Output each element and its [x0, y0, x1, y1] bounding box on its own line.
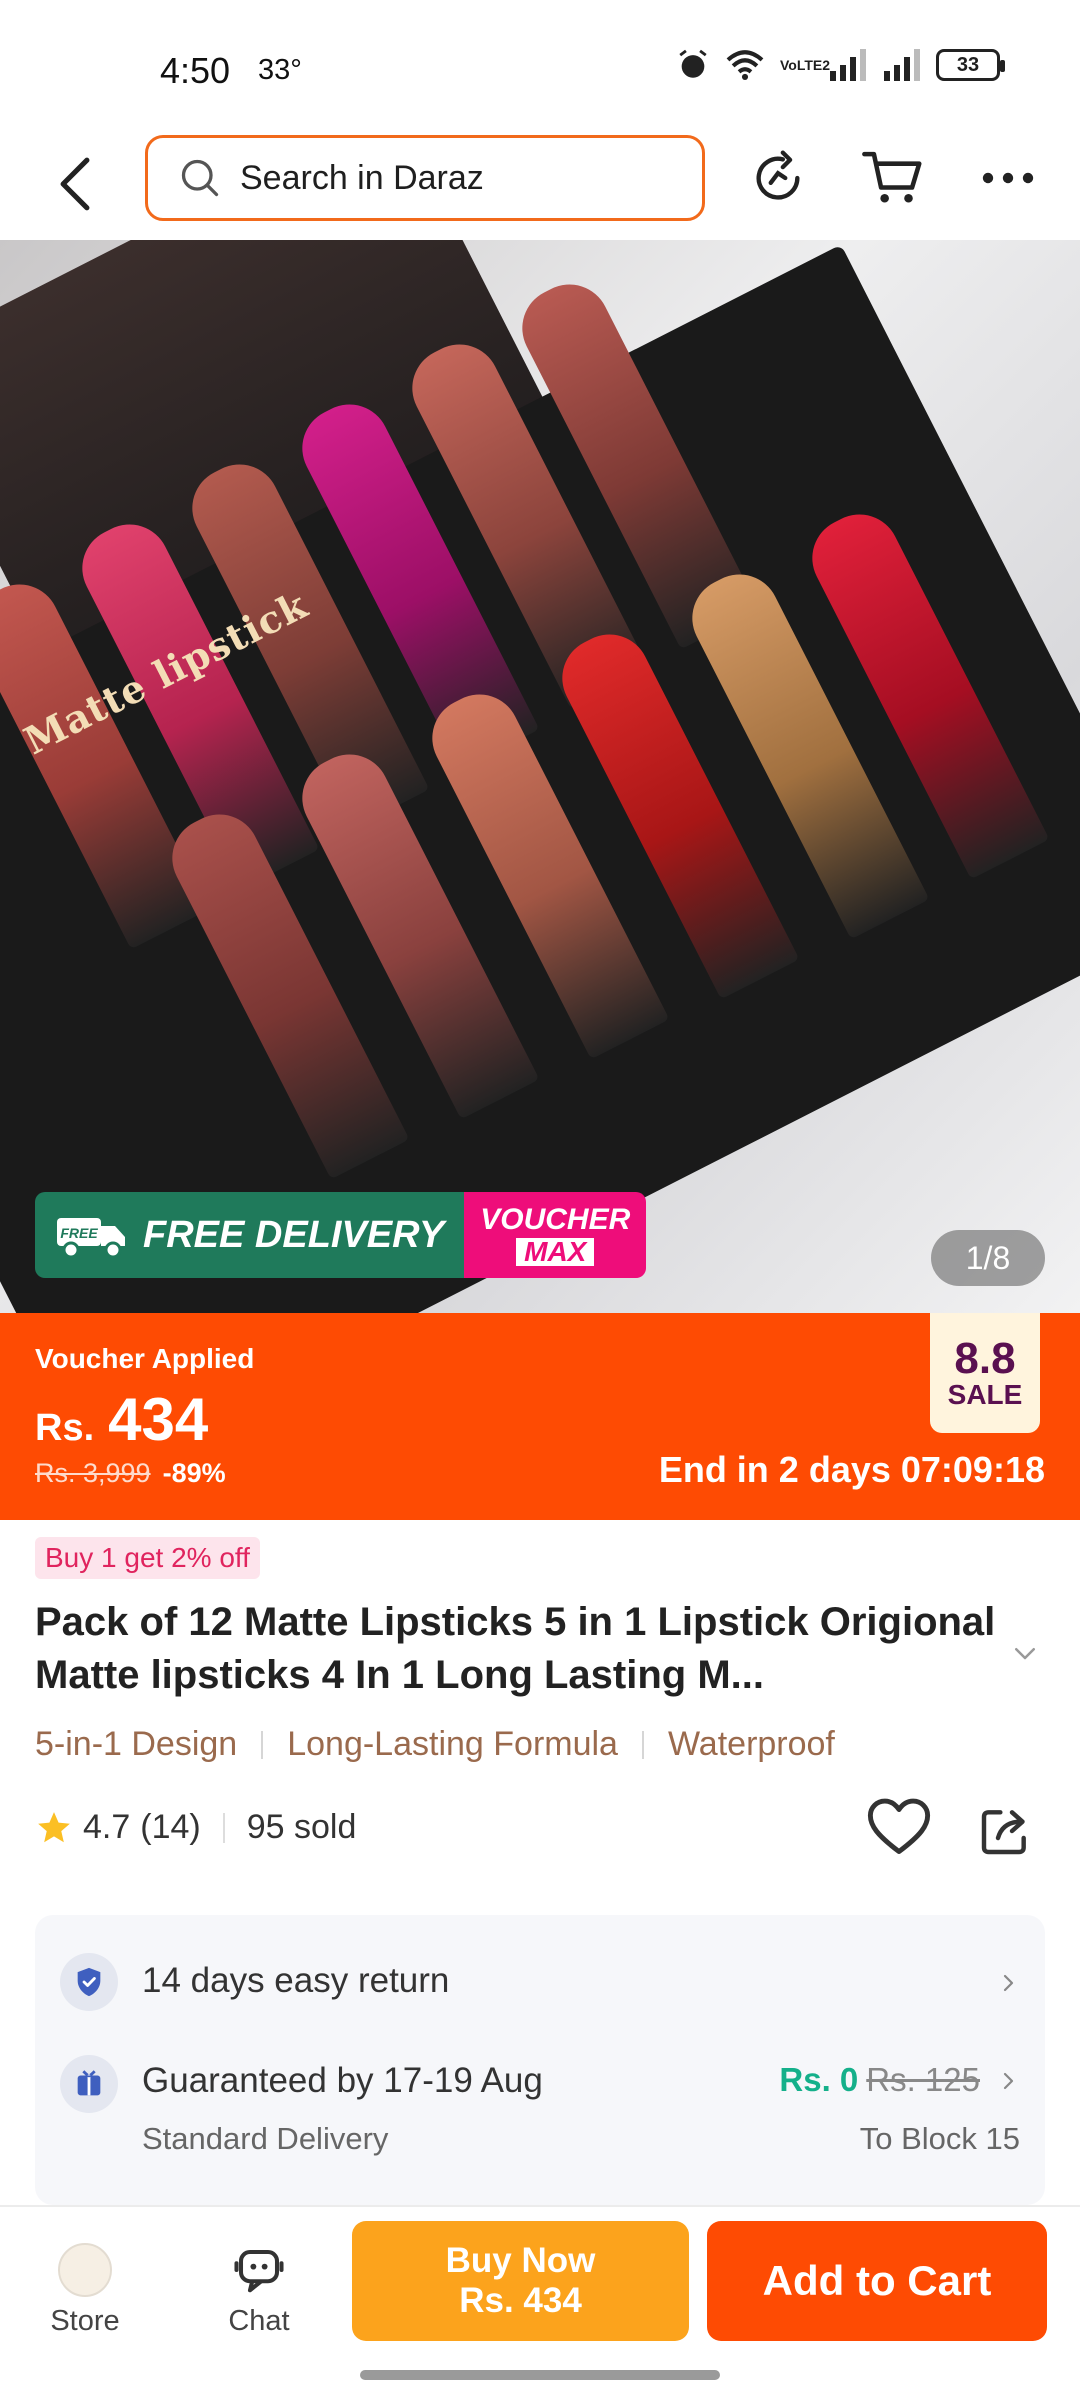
shipping-fee-current: Rs. 0 — [779, 2061, 859, 2098]
sold-count: 95 sold — [246, 1808, 357, 1846]
product-title: Pack of 12 Matte Lipsticks 5 in 1 Lipsti… — [35, 1600, 996, 1697]
sale-tag-date: 8.8 — [954, 1334, 1016, 1383]
search-input[interactable]: Search in Daraz — [145, 135, 705, 221]
promo-badges: FREE FREE DELIVERY VOUCHER MAX — [35, 1192, 647, 1278]
buy-now-button[interactable]: Buy Now Rs. 434 — [352, 2221, 689, 2341]
discount-percent: -89% — [162, 1458, 226, 1488]
divider — [222, 1812, 225, 1843]
current-price: Rs. 434 — [35, 1385, 208, 1454]
free-truck-label: FREE — [60, 1225, 98, 1241]
star-icon — [38, 1811, 70, 1842]
feature-tag: Long-Lasting Formula — [287, 1725, 618, 1763]
signal-icon — [830, 49, 866, 81]
chat-icon — [234, 2249, 284, 2293]
chevron-right-icon — [1003, 2072, 1014, 2090]
voucher-max-badge: VOUCHER MAX — [464, 1192, 647, 1278]
voucher-applied-label: Voucher Applied — [35, 1343, 255, 1374]
divider — [261, 1730, 264, 1759]
product-image-carousel[interactable]: Matte lipstick FREE FREE DELIVERY VOUCHE… — [0, 240, 1080, 1313]
sale-campaign-tag: 8.8 SALE — [930, 1313, 1040, 1433]
wishlist-button[interactable] — [866, 1797, 932, 1857]
delivery-guarantee: Guaranteed by 17-19 Aug — [142, 2061, 543, 2100]
chat-label: Chat — [228, 2305, 290, 2337]
shield-check-icon — [60, 1953, 118, 2011]
add-to-cart-label: Add to Cart — [762, 2257, 992, 2304]
volte-icon: VoLTE2 — [780, 57, 831, 73]
divider — [641, 1730, 644, 1759]
search-icon — [181, 159, 219, 197]
battery-level: 33 — [956, 53, 980, 76]
store-avatar — [58, 2243, 112, 2297]
delivery-row[interactable]: Guaranteed by 17-19 Aug Standard Deliver… — [60, 2055, 1020, 2175]
delivery-box-icon — [60, 2055, 118, 2113]
voucher-max-label: MAX — [516, 1237, 595, 1266]
shipping-fee: Rs. 0 Rs. 125 — [779, 2061, 980, 2099]
status-icons: VoLTE2 33 — [676, 48, 1005, 82]
delivery-method: Standard Delivery — [142, 2121, 389, 2156]
home-indicator[interactable] — [360, 2370, 720, 2380]
more-button[interactable] — [972, 142, 1044, 214]
original-price: Rs. 3,999 — [35, 1458, 151, 1488]
wifi-icon — [726, 50, 764, 80]
free-delivery-badge: FREE FREE DELIVERY — [35, 1192, 465, 1278]
share-refresh-icon — [756, 150, 800, 200]
shipping-fee-original: Rs. 125 — [866, 2061, 980, 2098]
store-button[interactable]: Store — [25, 2243, 145, 2338]
voucher-label: VOUCHER — [480, 1202, 631, 1236]
more-icon — [982, 172, 1034, 184]
cart-icon — [862, 151, 922, 203]
original-price-row: Rs. 3,999 -89% — [35, 1458, 226, 1489]
rating-row[interactable]: 4.7 (14) 95 sold — [35, 1808, 356, 1847]
delivery-destination: To Block 15 — [859, 2121, 1020, 2156]
chat-button[interactable]: Chat — [199, 2243, 319, 2338]
review-count: (14) — [140, 1808, 201, 1846]
share-icon — [981, 1810, 1026, 1855]
alarm-icon — [679, 49, 707, 78]
share-button[interactable] — [975, 1803, 1035, 1859]
feature-tags: 5-in-1 Design Long-Lasting Formula Water… — [35, 1725, 835, 1764]
buy-now-label: Buy Now — [445, 2241, 596, 2280]
price-currency: Rs. — [35, 1407, 95, 1449]
back-button[interactable] — [45, 152, 105, 216]
search-placeholder: Search in Daraz — [240, 158, 484, 197]
header: Search in Daraz — [0, 132, 1080, 240]
price-amount: 434 — [108, 1386, 209, 1453]
sale-tag-label: SALE — [947, 1379, 1023, 1410]
buy-now-price: Rs. 434 — [459, 2281, 582, 2320]
free-delivery-label: FREE DELIVERY — [143, 1213, 445, 1256]
store-label: Store — [50, 2305, 120, 2337]
status-temperature: 33° — [258, 54, 302, 86]
image-page-indicator: 1/8 — [931, 1230, 1045, 1286]
signal-icon-2 — [884, 49, 920, 81]
add-to-cart-button[interactable]: Add to Cart — [707, 2221, 1047, 2341]
heart-icon — [867, 1798, 931, 1854]
price-banner: Voucher Applied Rs. 434 Rs. 3,999 -89% E… — [0, 1313, 1080, 1520]
battery-indicator: 33 — [936, 49, 1005, 81]
return-policy-row[interactable]: 14 days easy return — [60, 1953, 1020, 2013]
status-time: 4:50 — [160, 50, 231, 91]
return-policy-text: 14 days easy return — [142, 1961, 450, 2000]
chevron-down-icon[interactable] — [1010, 1638, 1040, 1668]
feature-tag: Waterproof — [667, 1725, 835, 1763]
rating-value: 4.7 — [83, 1808, 131, 1846]
delivery-truck-icon: FREE — [57, 1218, 125, 1259]
chevron-right-icon — [1003, 1974, 1014, 1992]
service-card: 14 days easy return Guaranteed by 17-19 … — [35, 1915, 1045, 2205]
sale-countdown: End in 2 days 07:09:18 — [658, 1449, 1045, 1490]
back-arrow-icon — [60, 157, 90, 211]
feature-tag: 5-in-1 Design — [35, 1725, 238, 1763]
promo-chip[interactable]: Buy 1 get 2% off — [35, 1537, 260, 1579]
cart-button[interactable] — [857, 142, 929, 214]
history-button[interactable] — [742, 142, 814, 214]
status-bar: 4:50 33° VoLTE2 33 — [0, 0, 1080, 132]
